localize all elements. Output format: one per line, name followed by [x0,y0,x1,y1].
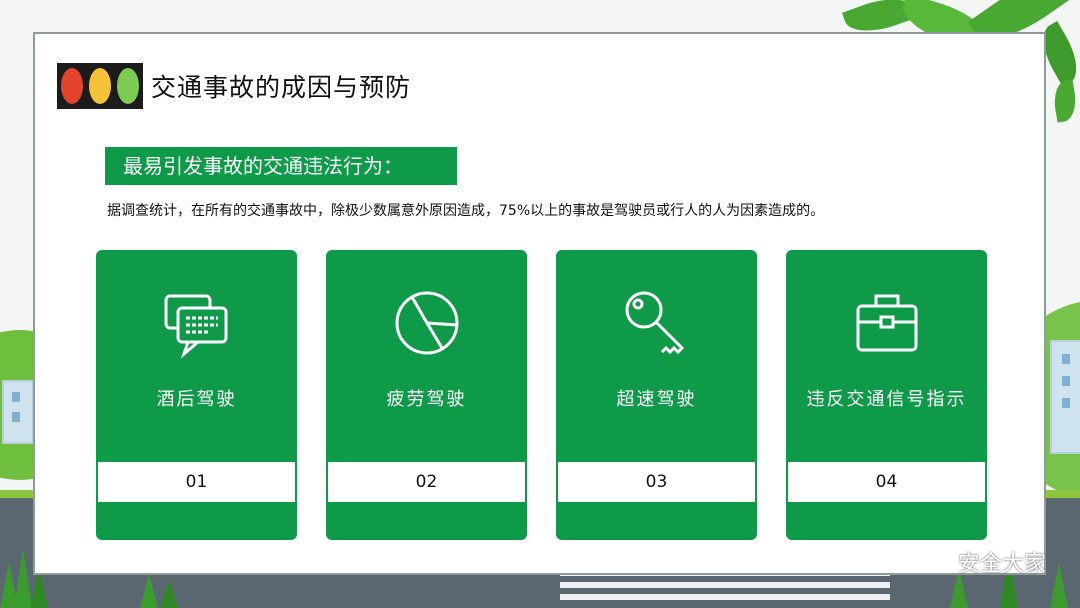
pie-chart-icon [326,288,527,358]
tile-label: 酒后驾驶 [156,389,237,410]
tile-label: 疲劳驾驶 [386,389,467,410]
tile-speeding: 超速驾驶 03 [556,250,757,540]
watermark-text: 安全大家 [957,552,1046,577]
page-title: 交通事故的成因与预防 [151,73,412,102]
briefcase-icon [786,288,987,358]
section-banner: 最易引发事故的交通违法行为： [105,147,457,185]
tile-signal-violation: 违反交通信号指示 04 [786,250,987,540]
tile-fatigue-driving: 疲劳驾驶 02 [326,250,527,540]
key-icon [556,288,757,358]
watermark: 安全大家 [916,546,1046,578]
chat-bubbles-icon [96,288,297,358]
tile-number: 03 [558,462,755,502]
tile-number: 01 [98,462,295,502]
intro-text: 据调查统计，在所有的交通事故中，除极少数属意外原因造成，75%以上的事故是驾驶员… [107,203,825,219]
slide-card: 交通事故的成因与预防 最易引发事故的交通违法行为： 据调查统计，在所有的交通事故… [33,32,1046,575]
tile-label: 违反交通信号指示 [806,389,967,410]
tile-label: 超速驾驶 [616,389,697,410]
wechat-icon [916,550,949,573]
tile-number: 02 [328,462,525,502]
traffic-light-icon [57,63,143,109]
tile-number: 04 [788,462,985,502]
tile-drunk-driving: 酒后驾驶 01 [96,250,297,540]
